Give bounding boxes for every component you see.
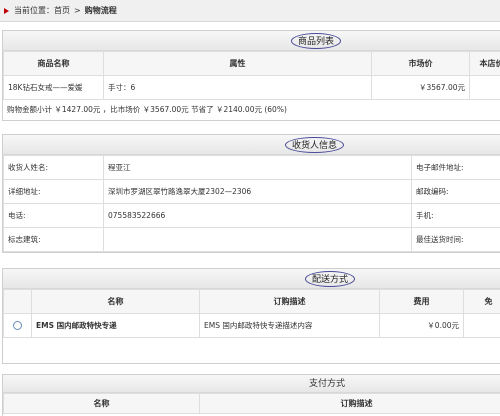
consignee-label: 收货人姓名: — [3, 155, 104, 180]
payment-panel: 支付方式 名称 订购描述 — [2, 374, 500, 416]
breadcrumb-arrow-icon — [4, 7, 9, 14]
shipping-name: EMS 国内邮政特快专递 — [31, 313, 200, 338]
table-row: 18K钻石女戒——爱媛 手寸：6 ￥3567.00元 — [3, 75, 500, 100]
consignee-panel-header: 收货人信息 — [3, 135, 500, 155]
table-row: 电话: 075583522666 手机: — [3, 203, 500, 228]
col-goods-attr: 属性 — [103, 51, 372, 76]
consignee-label2: 电子邮件地址: — [411, 155, 500, 180]
col-shipping-fee: 费用 — [379, 289, 464, 314]
shipping-radio-cell — [3, 313, 32, 338]
consignee-label: 详细地址: — [3, 179, 104, 204]
table-row: 标志建筑: 最佳送货时间: — [3, 227, 500, 252]
consignee-table: 收货人姓名: 程亚江 电子邮件地址: 详细地址: 深圳市罗湖区翠竹路逸翠大厦23… — [3, 155, 500, 252]
goods-name[interactable]: 18K钻石女戒——爱媛 — [3, 75, 104, 100]
col-select — [3, 289, 32, 314]
consignee-label2: 邮政编码: — [411, 179, 500, 204]
goods-table: 商品名称 属性 市场价 本店价 18K钻石女戒——爱媛 手寸：6 ￥3567.0… — [3, 51, 500, 100]
goods-panel-title: 商品列表 — [291, 33, 342, 49]
goods-summary: 购物金额小计 ￥1427.00元 ，比市场价 ￥3567.00元 节省了 ￥21… — [7, 105, 287, 114]
col-shipping-desc: 订购描述 — [199, 289, 380, 314]
shipping-free — [463, 313, 500, 338]
payment-panel-header: 支付方式 — [3, 375, 500, 393]
goods-table-header: 商品名称 属性 市场价 本店价 — [3, 51, 500, 76]
payment-panel-title: 支付方式 — [308, 379, 345, 389]
goods-market-price: ￥3567.00元 — [371, 75, 470, 100]
col-market-price: 市场价 — [371, 51, 470, 76]
shipping-panel-title: 配送方式 — [305, 271, 356, 287]
col-shop-price: 本店价 — [469, 51, 500, 76]
consignee-label: 标志建筑: — [3, 227, 104, 252]
shipping-table: 名称 订购描述 费用 免 EMS 国内邮政特快专递 EMS 国内邮政特快专递描述… — [3, 289, 500, 338]
shipping-panel-header: 配送方式 — [3, 269, 500, 289]
consignee-value: 深圳市罗湖区翠竹路逸翠大厦2302—2306 — [103, 179, 412, 204]
shipping-desc: EMS 国内邮政特快专递描述内容 — [199, 313, 380, 338]
breadcrumb-separator: > — [74, 6, 81, 15]
payment-table: 名称 订购描述 — [3, 393, 500, 414]
breadcrumb: 当前位置： 首页 > 购物流程 — [0, 0, 500, 22]
col-payment-name: 名称 — [3, 393, 200, 414]
col-goods-name: 商品名称 — [3, 51, 104, 76]
consignee-value: 075583522666 — [103, 203, 412, 228]
breadcrumb-home-link[interactable]: 首页 — [54, 5, 70, 16]
shipping-table-header: 名称 订购描述 费用 免 — [3, 289, 500, 314]
goods-attr: 手寸：6 — [103, 75, 372, 100]
goods-panel-header: 商品列表 — [3, 31, 500, 51]
col-shipping-free: 免 — [463, 289, 500, 314]
breadcrumb-prefix: 当前位置： — [14, 6, 54, 15]
consignee-value — [103, 227, 412, 252]
consignee-label2: 最佳送货时间: — [411, 227, 500, 252]
consignee-panel-title: 收货人信息 — [285, 137, 345, 153]
table-row: 详细地址: 深圳市罗湖区翠竹路逸翠大厦2302—2306 邮政编码: — [3, 179, 500, 204]
payment-table-header: 名称 订购描述 — [3, 393, 500, 414]
shipping-panel: 配送方式 名称 订购描述 费用 免 EMS 国内邮政特快专递 EMS 国内邮政特… — [2, 268, 500, 364]
consignee-panel: 收货人信息 收货人姓名: 程亚江 电子邮件地址: 详细地址: 深圳市罗湖区翠竹路… — [2, 134, 500, 253]
consignee-value: 程亚江 — [103, 155, 412, 180]
shipping-fee: ￥0.00元 — [379, 313, 464, 338]
table-row: EMS 国内邮政特快专递 EMS 国内邮政特快专递描述内容 ￥0.00元 — [3, 313, 500, 338]
goods-panel: 商品列表 商品名称 属性 市场价 本店价 18K钻石女戒——爱媛 手寸：6 ￥3… — [2, 30, 500, 121]
col-payment-desc: 订购描述 — [199, 393, 500, 414]
shipping-radio[interactable] — [13, 321, 22, 331]
consignee-label2: 手机: — [411, 203, 500, 228]
table-row: 收货人姓名: 程亚江 电子邮件地址: — [3, 155, 500, 180]
goods-shop-price — [469, 75, 500, 100]
breadcrumb-current: 购物流程 — [84, 6, 117, 15]
col-shipping-name: 名称 — [31, 289, 200, 314]
consignee-label: 电话: — [3, 203, 104, 228]
